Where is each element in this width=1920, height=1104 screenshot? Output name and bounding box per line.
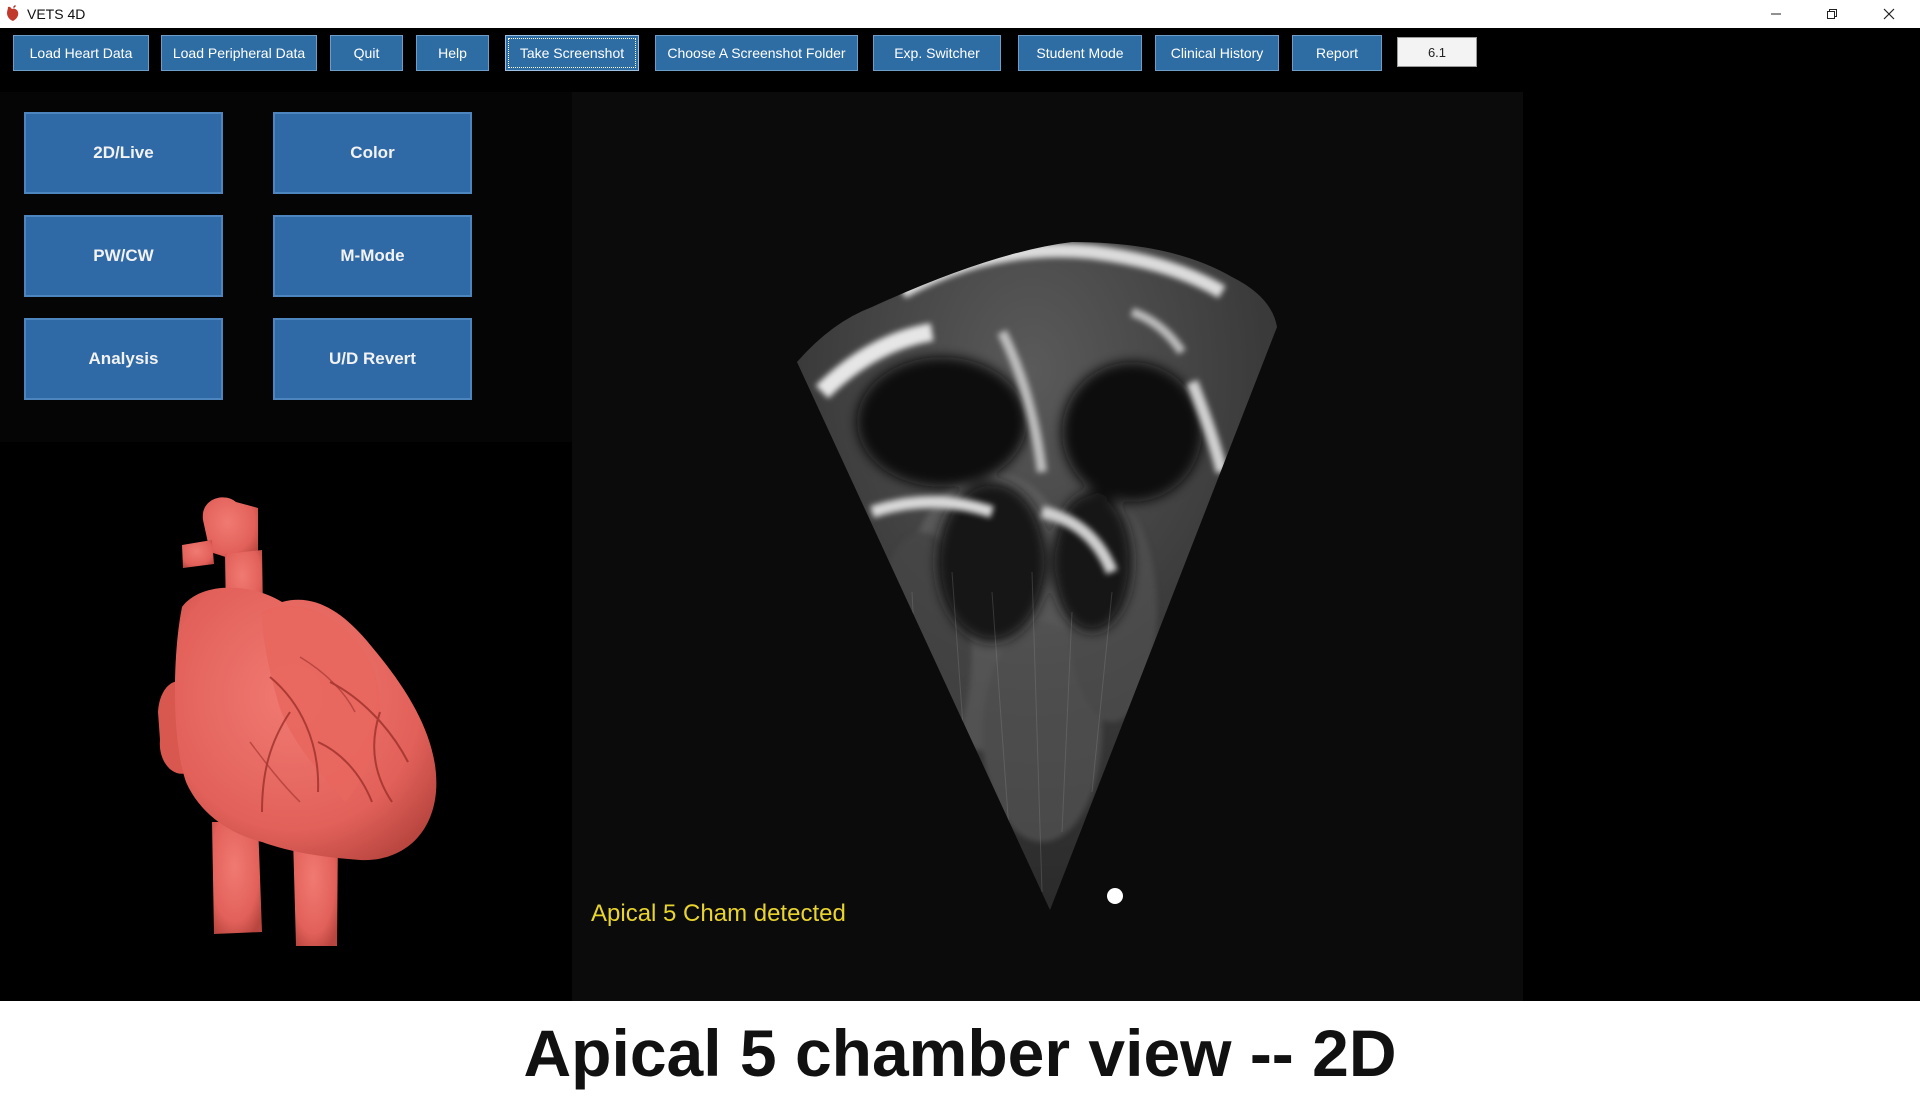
2d-live-button[interactable]: 2D/Live [24, 112, 223, 194]
close-button[interactable] [1861, 0, 1917, 28]
m-mode-button[interactable]: M-Mode [273, 215, 472, 297]
report-button[interactable]: Report [1292, 35, 1382, 71]
restore-button[interactable] [1804, 0, 1860, 28]
view-detection-status: Apical 5 Cham detected [591, 900, 846, 927]
app-area: Load Heart Data Load Peripheral Data Qui… [0, 28, 1920, 1001]
clinical-history-button[interactable]: Clinical History [1155, 35, 1279, 71]
student-mode-button[interactable]: Student Mode [1018, 35, 1142, 71]
quit-button[interactable]: Quit [330, 35, 403, 71]
analysis-button[interactable]: Analysis [24, 318, 223, 400]
help-button[interactable]: Help [416, 35, 489, 71]
window-title: VETS 4D [27, 6, 86, 22]
heart-3d-viewport[interactable] [0, 442, 572, 1001]
minimize-button[interactable] [1748, 0, 1804, 28]
minimize-icon [1771, 13, 1781, 15]
exp-switcher-button[interactable]: Exp. Switcher [873, 35, 1001, 71]
caption: Apical 5 chamber view -- 2D [523, 1015, 1397, 1090]
ultrasound-image [797, 242, 1277, 910]
probe-marker [1107, 888, 1123, 904]
color-button[interactable]: Color [273, 112, 472, 194]
ud-revert-button[interactable]: U/D Revert [273, 318, 472, 400]
title-bar: VETS 4D [0, 0, 1920, 28]
3d-heart-model[interactable] [0, 442, 572, 1001]
version-field[interactable]: 6.1 [1397, 37, 1477, 67]
pw-cw-button[interactable]: PW/CW [24, 215, 223, 297]
choose-screenshot-folder-button[interactable]: Choose A Screenshot Folder [655, 35, 858, 71]
load-heart-data-button[interactable]: Load Heart Data [13, 35, 149, 71]
ultrasound-viewport[interactable]: Apical 5 Cham detected [572, 92, 1523, 1001]
restore-icon [1827, 9, 1837, 19]
mode-panel: 2D/Live Color PW/CW M-Mode Analysis U/D … [0, 92, 572, 442]
app-icon [7, 5, 19, 22]
close-icon [1883, 8, 1895, 20]
take-screenshot-button[interactable]: Take Screenshot [505, 35, 639, 71]
load-peripheral-data-button[interactable]: Load Peripheral Data [161, 35, 317, 71]
